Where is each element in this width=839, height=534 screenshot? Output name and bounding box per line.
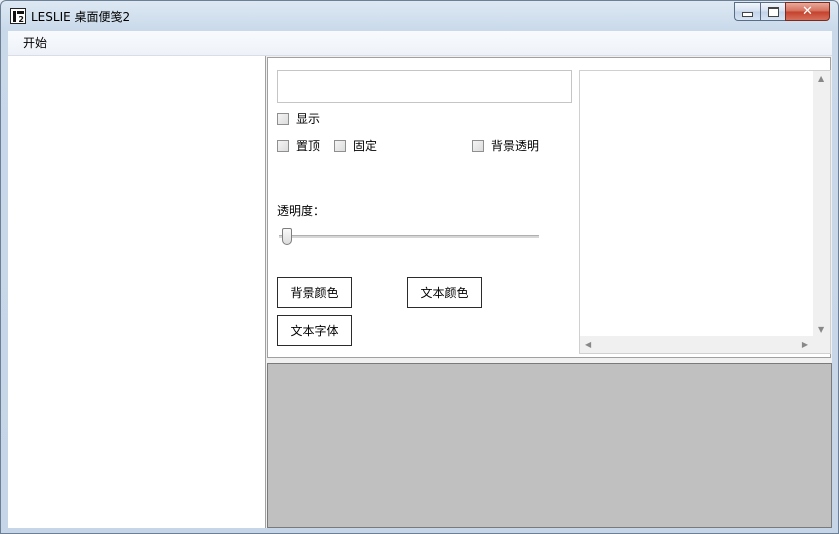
- close-icon: ✕: [802, 4, 813, 19]
- text-font-button[interactable]: 文本字体: [277, 315, 352, 346]
- app-window: 2 LESLIE 桌面便笺2 ✕ 开始 显示 置顶 固定 背景透明 透明度： 背…: [0, 0, 839, 534]
- maximize-button[interactable]: [760, 2, 785, 21]
- topmost-checkbox[interactable]: 置顶: [277, 137, 320, 154]
- close-button[interactable]: ✕: [785, 2, 830, 21]
- settings-panel: 显示 置顶 固定 背景透明 透明度： 背景颜色 文本颜色 文本字体 ▲ ▼ ◀ …: [267, 57, 831, 358]
- fixed-checkbox[interactable]: 固定: [334, 137, 377, 154]
- minimize-button[interactable]: [734, 2, 760, 21]
- opacity-slider-thumb[interactable]: [282, 228, 292, 245]
- menu-bar: 开始: [8, 31, 832, 56]
- bg-color-button[interactable]: 背景颜色: [277, 277, 352, 308]
- horizontal-scrollbar[interactable]: ◀ ▶: [580, 336, 813, 353]
- app-icon: 2: [10, 8, 26, 24]
- app-icon-number: 2: [18, 15, 24, 24]
- app-icon-bar-vertical: [13, 11, 16, 22]
- note-list-pane[interactable]: [8, 56, 266, 528]
- scroll-left-icon[interactable]: ◀: [585, 340, 591, 349]
- scroll-up-icon[interactable]: ▲: [818, 74, 824, 83]
- show-checkbox-label: 显示: [296, 112, 321, 126]
- scroll-down-icon[interactable]: ▼: [818, 325, 824, 334]
- caption-buttons: ✕: [734, 2, 830, 21]
- show-checkbox-box[interactable]: [277, 112, 289, 125]
- opacity-label: 透明度：: [277, 204, 326, 218]
- vertical-scrollbar[interactable]: ▲ ▼: [813, 71, 830, 337]
- maximize-icon: [767, 6, 779, 17]
- note-text-area[interactable]: ▲ ▼ ◀ ▶: [579, 70, 831, 354]
- topmost-checkbox-label: 置顶: [296, 139, 321, 153]
- client-area: 显示 置顶 固定 背景透明 透明度： 背景颜色 文本颜色 文本字体 ▲ ▼ ◀ …: [8, 56, 832, 528]
- show-checkbox[interactable]: 显示: [277, 110, 320, 127]
- note-title-input[interactable]: [277, 70, 572, 103]
- title-bar[interactable]: 2 LESLIE 桌面便笺2 ✕: [1, 1, 838, 31]
- app-icon-bar-horizontal: [17, 11, 24, 14]
- transparent-bg-checkbox-box[interactable]: [472, 139, 484, 152]
- topmost-checkbox-box[interactable]: [277, 139, 289, 152]
- opacity-slider-track[interactable]: [279, 235, 539, 238]
- text-color-button[interactable]: 文本颜色: [407, 277, 482, 308]
- window-title: LESLIE 桌面便笺2: [31, 10, 131, 24]
- transparent-bg-checkbox[interactable]: 背景透明: [472, 137, 539, 154]
- transparent-bg-checkbox-label: 背景透明: [491, 139, 540, 153]
- minimize-icon: [742, 12, 753, 17]
- fixed-checkbox-label: 固定: [353, 139, 378, 153]
- scrollbar-corner: [813, 336, 830, 353]
- note-preview-panel: [267, 363, 832, 528]
- menu-start[interactable]: 开始: [16, 35, 54, 52]
- scroll-right-icon[interactable]: ▶: [802, 340, 808, 349]
- fixed-checkbox-box[interactable]: [334, 139, 346, 152]
